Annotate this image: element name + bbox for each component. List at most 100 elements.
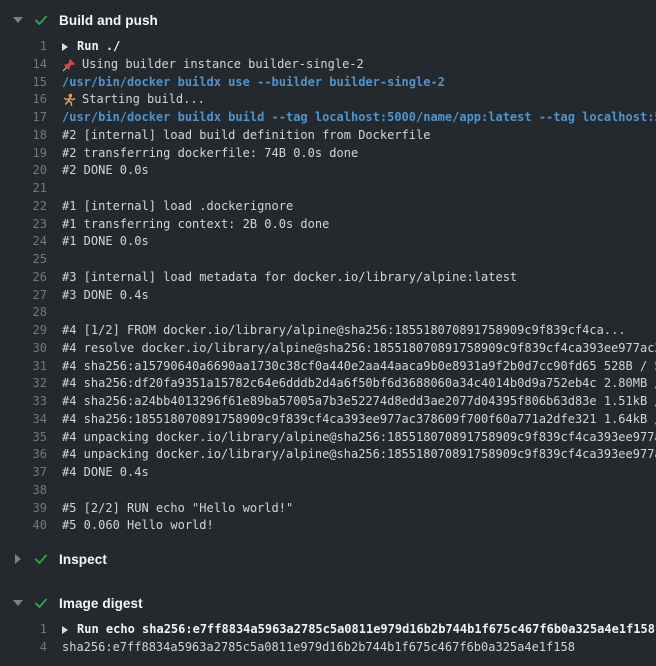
line-number[interactable]: 21	[0, 180, 47, 198]
line-content: #1 DONE 0.0s	[62, 233, 149, 251]
line-text: #2 [internal] load build definition from…	[62, 127, 430, 145]
line-number[interactable]: 20	[0, 162, 47, 180]
log-line: 37 #4 DONE 0.4s	[0, 464, 656, 482]
line-number[interactable]: 19	[0, 145, 47, 163]
log-line: 20 #2 DONE 0.0s	[0, 162, 656, 180]
line-number[interactable]: 33	[0, 393, 47, 411]
line-content: #5 0.060 Hello world!	[62, 517, 214, 535]
line-text: #4 resolve docker.io/library/alpine@sha2…	[62, 340, 656, 358]
log-line: 25	[0, 251, 656, 269]
line-content: Starting build...	[82, 91, 205, 109]
line-number[interactable]: 27	[0, 287, 47, 305]
line-content: #4 resolve docker.io/library/alpine@sha2…	[62, 340, 656, 358]
line-text: #5 [2/2] RUN echo "Hello world!"	[62, 500, 293, 518]
line-content: #4 sha256:df20fa9351a15782c64e6dddb2d4a6…	[62, 375, 656, 393]
line-content: /usr/bin/docker buildx build --tag local…	[62, 109, 656, 127]
line-content: Run ./	[77, 38, 120, 56]
line-content: Run echo sha256:e7ff8834a5963a2785c5a081…	[77, 621, 655, 639]
check-icon	[33, 595, 49, 611]
line-text: Run echo sha256:e7ff8834a5963a2785c5a081…	[62, 621, 655, 639]
line-number[interactable]: 30	[0, 340, 47, 358]
line-number[interactable]: 25	[0, 251, 47, 269]
line-text: Starting build...	[62, 91, 205, 109]
line-content: #4 unpacking docker.io/library/alpine@sh…	[62, 446, 656, 464]
log-line: 18 #2 [internal] load build definition fr…	[0, 127, 656, 145]
log-line: 35 #4 unpacking docker.io/library/alpine@…	[0, 429, 656, 447]
section-header-image-digest[interactable]: Image digest	[0, 591, 656, 615]
log-line: 4 sha256:e7ff8834a5963a2785c5a0811e979d16…	[0, 639, 656, 657]
line-text: #1 [internal] load .dockerignore	[62, 198, 293, 216]
line-number[interactable]: 37	[0, 464, 47, 482]
log-line: 22 #1 [internal] load .dockerignore	[0, 198, 656, 216]
line-number[interactable]: 34	[0, 411, 47, 429]
line-number[interactable]: 28	[0, 304, 47, 322]
log-block-image-digest: 1 Run echo sha256:e7ff8834a5963a2785c5a08…	[0, 621, 656, 657]
line-number[interactable]: 1	[0, 38, 47, 56]
log-line: 28	[0, 304, 656, 322]
line-number[interactable]: 14	[0, 56, 47, 74]
line-content: #1 transferring context: 2B 0.0s done	[62, 216, 329, 234]
line-text: #3 [internal] load metadata for docker.i…	[62, 269, 517, 287]
line-content: Using builder instance builder-single-2	[82, 56, 364, 74]
line-content: #4 sha256:a24bb4013296f61e89ba57005a7b3e…	[62, 393, 656, 411]
line-number[interactable]: 22	[0, 198, 47, 216]
line-number[interactable]: 18	[0, 127, 47, 145]
line-number[interactable]: 39	[0, 500, 47, 518]
workflow-log-viewer: Build and push1Run ./14Using builder ins…	[0, 8, 656, 666]
log-line: 29#4 [1/2] FROM docker.io/library/alpine…	[0, 322, 656, 340]
section-header-build-and-push[interactable]: Build and push	[0, 8, 656, 32]
log-line: 23 #1 transferring context: 2B 0.0s done	[0, 216, 656, 234]
line-number[interactable]: 1	[0, 621, 47, 639]
log-block-build-and-push: 1 Run ./ 14 Using builder instance builder-…	[0, 38, 656, 535]
line-number[interactable]: 40	[0, 517, 47, 535]
line-number[interactable]: 17	[0, 109, 47, 127]
line-text: #1 transferring context: 2B 0.0s done	[62, 216, 329, 234]
runner-icon	[62, 93, 76, 107]
line-number[interactable]: 26	[0, 269, 47, 287]
section-title: Build and push	[59, 13, 158, 28]
chevron-down-icon	[13, 600, 23, 606]
log-line: 15/usr/bin/docker buildx use --builder b…	[0, 74, 656, 92]
line-number[interactable]: 38	[0, 482, 47, 500]
line-content: #4 sha256:a15790640a6690aa1730c38cf0a440…	[62, 358, 656, 376]
section-header-inspect[interactable]: Inspect	[0, 547, 656, 571]
expand-group-icon[interactable]	[62, 43, 68, 51]
line-text: Run ./	[62, 38, 120, 56]
line-number[interactable]: 35	[0, 429, 47, 447]
line-text: #4 unpacking docker.io/library/alpine@sh…	[62, 429, 656, 447]
line-number[interactable]: 36	[0, 446, 47, 464]
line-number[interactable]: 24	[0, 233, 47, 251]
section-title: Image digest	[59, 596, 143, 611]
line-content: /usr/bin/docker buildx use --builder bui…	[62, 74, 445, 92]
line-content: #2 transferring dockerfile: 74B 0.0s don…	[62, 145, 358, 163]
log-line: 26 #3 [internal] load metadata for docker…	[0, 269, 656, 287]
line-text: /usr/bin/docker buildx use --builder bui…	[62, 74, 445, 92]
log-line: 16 Starting build...	[0, 91, 656, 109]
log-line: 17/usr/bin/docker buildx build --tag loc…	[0, 109, 656, 127]
line-number[interactable]: 16	[0, 91, 47, 109]
check-icon	[33, 12, 49, 28]
line-text: #1 DONE 0.0s	[62, 233, 149, 251]
line-number[interactable]: 29	[0, 322, 47, 340]
line-number[interactable]: 4	[0, 639, 47, 657]
line-number[interactable]: 15	[0, 74, 47, 92]
chevron-down-icon	[13, 17, 23, 23]
line-content: #2 [internal] load build definition from…	[62, 127, 430, 145]
line-text: #3 DONE 0.4s	[62, 287, 149, 305]
line-number[interactable]: 31	[0, 358, 47, 376]
line-content: #4 DONE 0.4s	[62, 464, 149, 482]
expand-group-icon[interactable]	[62, 626, 68, 634]
section-title: Inspect	[59, 552, 107, 567]
log-line: 27 #3 DONE 0.4s	[0, 287, 656, 305]
line-content: sha256:e7ff8834a5963a2785c5a0811e979d16b…	[62, 639, 575, 657]
log-line: 36 #4 unpacking docker.io/library/alpine@…	[0, 446, 656, 464]
line-text: #4 sha256:185518070891758909c9f839cf4ca3…	[62, 411, 656, 429]
line-content: #4 unpacking docker.io/library/alpine@sh…	[62, 429, 656, 447]
log-line: 21	[0, 180, 656, 198]
log-line: 39 #5 [2/2] RUN echo "Hello world!"	[0, 500, 656, 518]
line-number[interactable]: 32	[0, 375, 47, 393]
log-line: 1 Run echo sha256:e7ff8834a5963a2785c5a08…	[0, 621, 656, 639]
log-line: 40 #5 0.060 Hello world!	[0, 517, 656, 535]
line-content: #2 DONE 0.0s	[62, 162, 149, 180]
line-number[interactable]: 23	[0, 216, 47, 234]
